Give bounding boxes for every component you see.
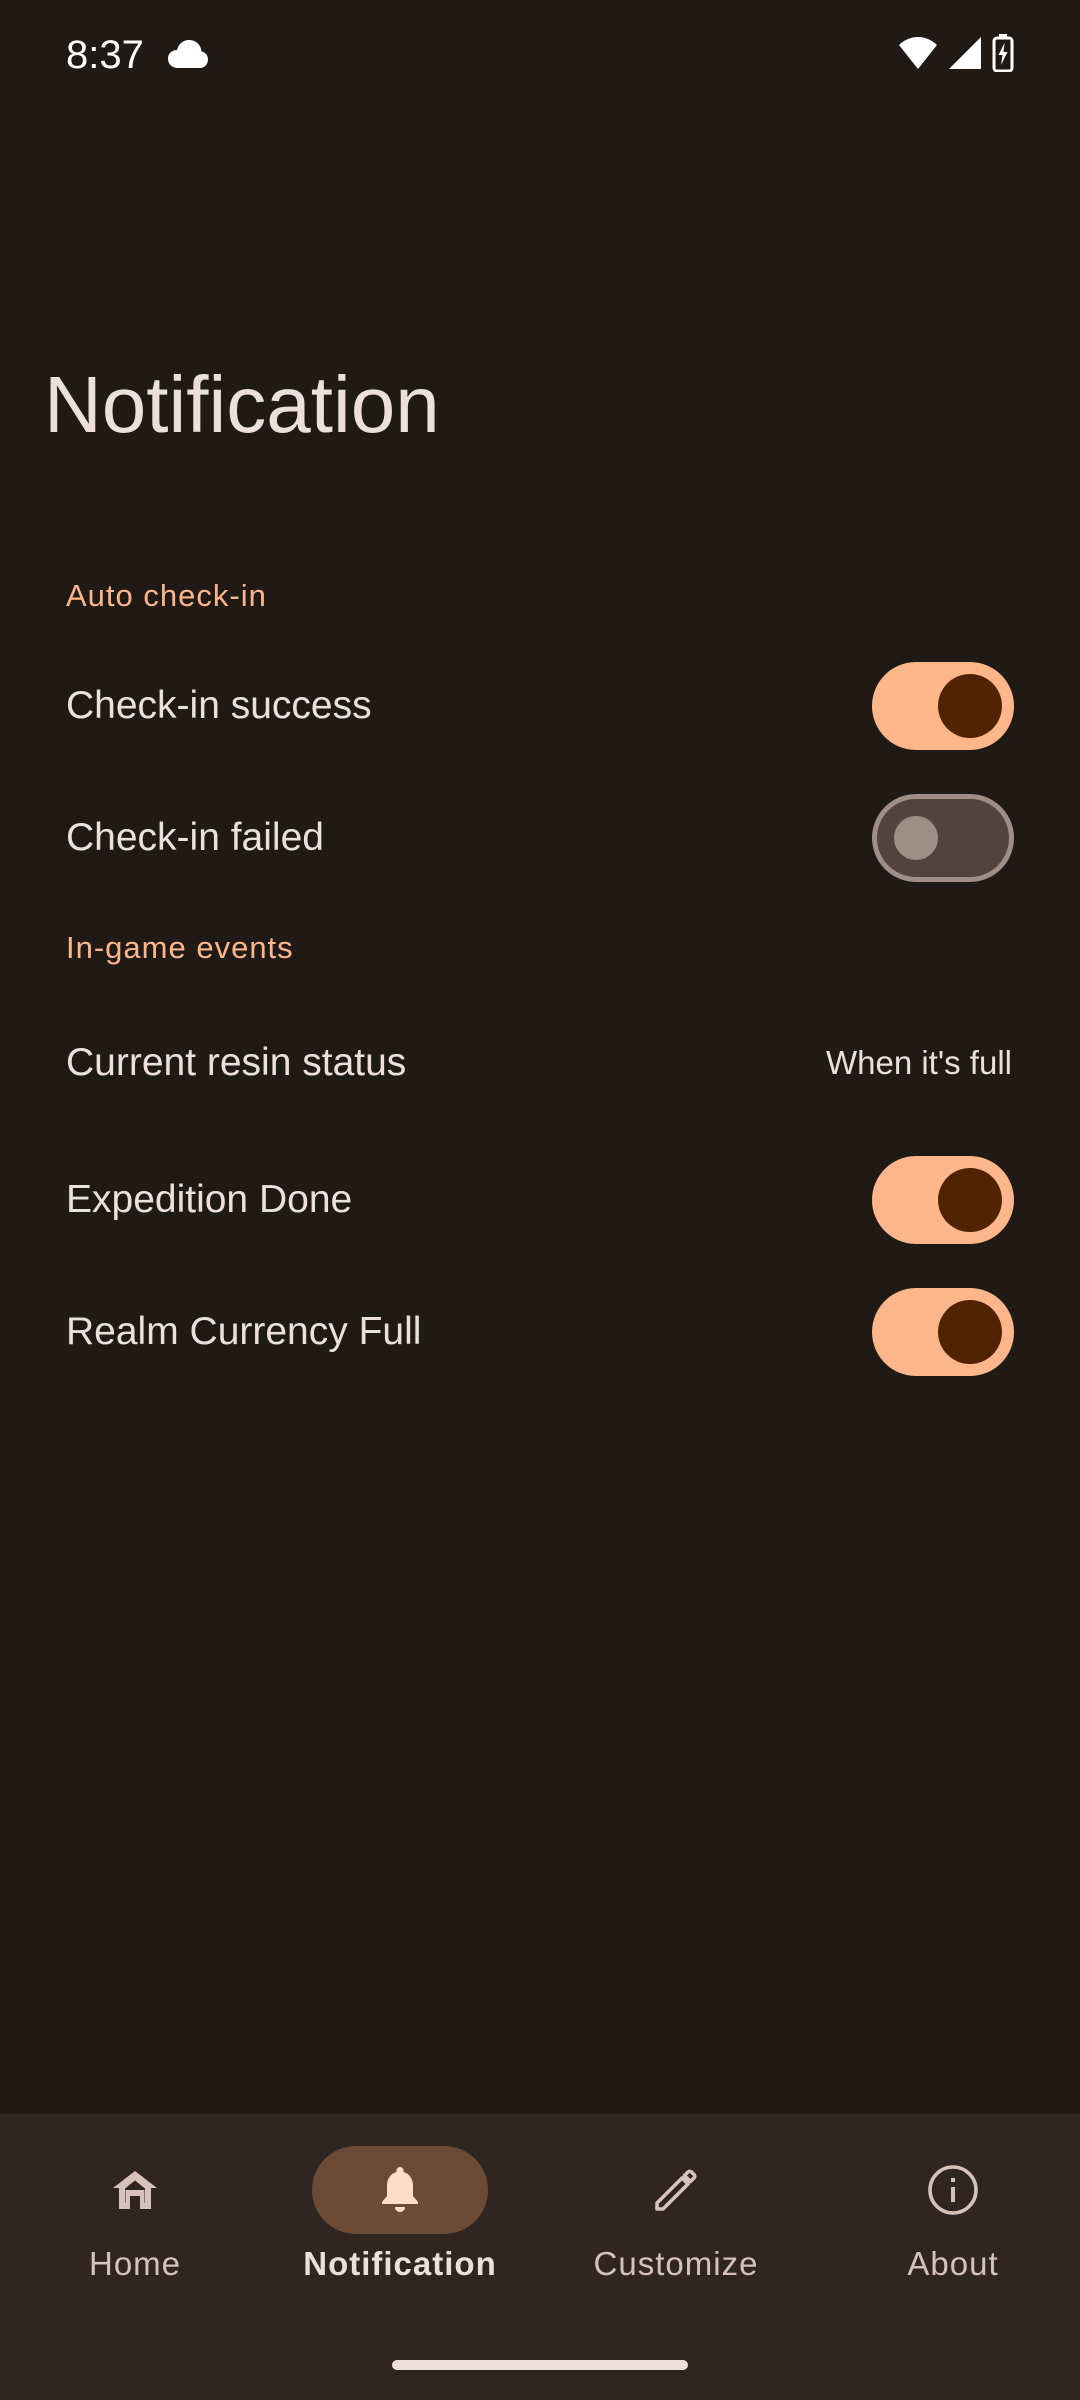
expedition-done-toggle[interactable] <box>872 1156 1014 1244</box>
toggle-thumb <box>894 816 938 860</box>
nav-item-customize[interactable]: Customize <box>541 2114 811 2314</box>
setting-row-check-in-failed[interactable]: Check-in failed <box>0 778 1080 898</box>
bell-icon <box>372 2162 428 2218</box>
home-icon <box>107 2162 163 2218</box>
setting-row-expedition-done[interactable]: Expedition Done <box>0 1140 1080 1260</box>
section-header-auto-check-in: Auto check-in <box>66 578 267 613</box>
toggle-thumb <box>938 1300 1002 1364</box>
signal-icon <box>948 36 982 75</box>
setting-label: Expedition Done <box>66 1178 353 1221</box>
setting-label: Check-in success <box>66 684 372 727</box>
nav-item-about[interactable]: About <box>818 2114 1080 2314</box>
status-icons <box>898 33 1014 77</box>
setting-row-realm-currency-full[interactable]: Realm Currency Full <box>0 1272 1080 1392</box>
setting-label: Current resin status <box>66 1041 407 1084</box>
check-in-success-toggle[interactable] <box>872 662 1014 750</box>
nav-label: Customize <box>593 2245 759 2282</box>
setting-row-current-resin-status[interactable]: Current resin status When it's full <box>0 1003 1080 1123</box>
status-time: 8:37 <box>66 33 144 77</box>
status-bar: 8:37 <box>0 0 1080 110</box>
setting-label: Check-in failed <box>66 816 324 859</box>
bottom-navigation: Home Notification Customize About <box>0 2114 1080 2400</box>
info-icon <box>925 2162 981 2218</box>
nav-label: Home <box>88 2245 182 2282</box>
check-in-failed-toggle[interactable] <box>872 794 1014 882</box>
cloud-icon <box>166 38 210 70</box>
home-gesture-bar[interactable] <box>392 2360 688 2370</box>
pencil-icon <box>648 2162 704 2218</box>
nav-item-notification[interactable]: Notification <box>265 2114 535 2314</box>
nav-item-home[interactable]: Home <box>0 2114 270 2314</box>
toggle-thumb <box>938 674 1002 738</box>
realm-currency-full-toggle[interactable] <box>872 1288 1014 1376</box>
toggle-thumb <box>938 1168 1002 1232</box>
resin-status-value: When it's full <box>825 1044 1012 1081</box>
section-header-in-game-events: In-game events <box>66 930 294 965</box>
page-title: Notification <box>44 360 440 449</box>
nav-label: About <box>907 2245 999 2282</box>
nav-label: Notification <box>303 2245 497 2282</box>
setting-label: Realm Currency Full <box>66 1310 422 1353</box>
battery-charging-icon <box>992 33 1014 77</box>
wifi-icon <box>898 36 938 75</box>
setting-row-check-in-success[interactable]: Check-in success <box>0 646 1080 766</box>
